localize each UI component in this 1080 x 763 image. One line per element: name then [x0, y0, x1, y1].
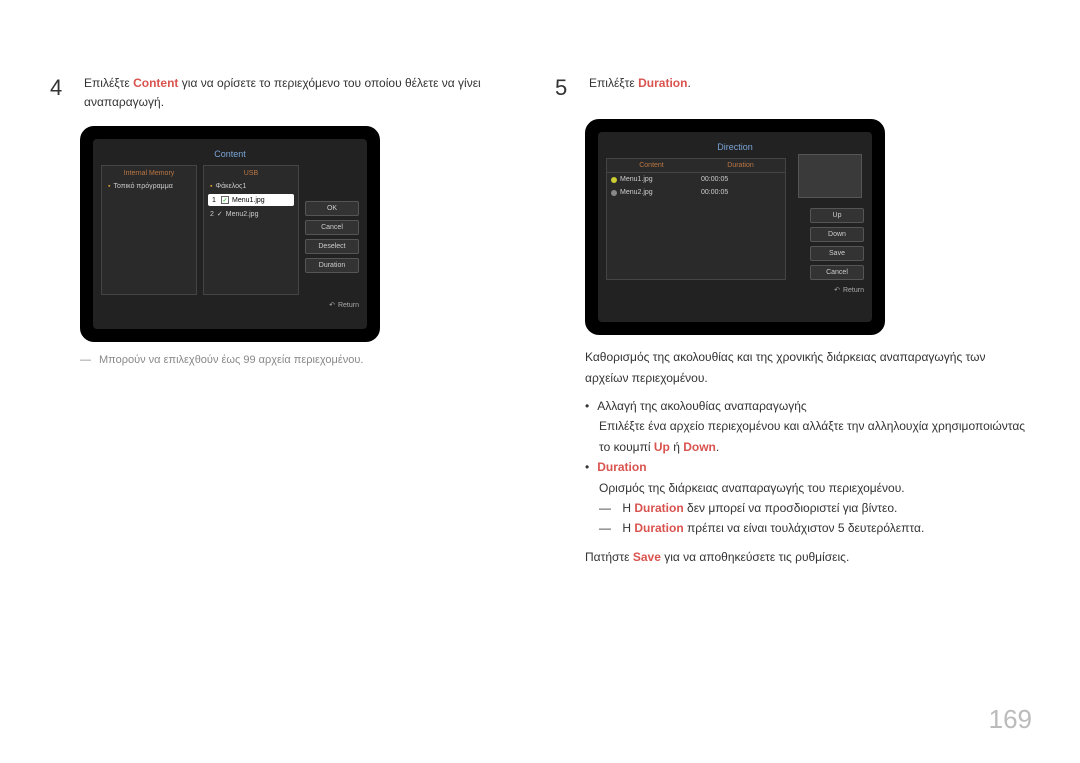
usb-panel: USB ▪ Φάκελος1 1 ✓ Menu1.jpg 2 ✓ [203, 165, 299, 295]
page-number: 169 [989, 704, 1032, 735]
file-row[interactable]: 2 ✓ Menu2.jpg [208, 208, 294, 220]
save-button[interactable]: Save [810, 246, 864, 261]
down-button[interactable]: Down [810, 227, 864, 242]
column-header: Content [607, 159, 696, 173]
step-number: 4 [50, 70, 74, 105]
text: . [716, 440, 719, 454]
checkbox-icon: ✓ [221, 196, 229, 204]
text: Η [622, 521, 634, 535]
step-number: 5 [555, 70, 579, 105]
text: δεν μπορεί να προσδιοριστεί για βίντεο. [684, 501, 898, 515]
content-keyword: Content [133, 76, 178, 90]
file-index: 2 [210, 211, 214, 218]
duration-keyword: Duration [634, 521, 683, 535]
table-row[interactable]: Menu1.jpg 00:00:05 [607, 173, 785, 186]
up-button[interactable]: Up [810, 208, 864, 223]
cancel-button[interactable]: Cancel [810, 265, 864, 280]
file-index: 1 [210, 197, 218, 204]
text: Επιλέξτε [589, 76, 638, 90]
internal-memory-panel: Internal Memory ▪ Τοπικό πρόγραμμα [101, 165, 197, 295]
file-name: Menu2.jpg [620, 189, 653, 196]
screen-title: Content [101, 145, 359, 165]
save-keyword: Save [633, 550, 661, 564]
return-label[interactable]: Return [606, 280, 864, 294]
file-name: Menu2.jpg [226, 211, 259, 218]
file-name: Menu1.jpg [620, 176, 653, 183]
step-text: Επιλέξτε Duration. [589, 70, 1030, 93]
text: Επιλέξτε [84, 76, 133, 90]
bullet-item: Duration [585, 457, 1030, 477]
list-item: ▪ Φάκελος1 [208, 181, 294, 192]
column-header: Duration [696, 159, 785, 173]
deselect-button[interactable]: Deselect [305, 239, 359, 254]
list-item: ▪ Τοπικό πρόγραμμα [106, 181, 192, 192]
preview-thumbnail [798, 154, 862, 198]
file-row-selected[interactable]: 1 ✓ Menu1.jpg [208, 194, 294, 206]
bullet-item: Αλλαγή της ακολουθίας αναπαραγωγής [585, 396, 1030, 416]
down-keyword: Down [683, 440, 716, 454]
device-screenshot-direction: Direction Content Duration Menu1.jpg 00:… [585, 119, 885, 335]
left-column: 4 Επιλέξτε Content για να ορίσετε το περ… [50, 70, 525, 575]
column-header: Internal Memory [106, 170, 192, 177]
duration-button[interactable]: Duration [305, 258, 359, 273]
checkbox-icon: ✓ [217, 210, 223, 218]
up-keyword: Up [654, 440, 670, 454]
text: Πατήστε [585, 550, 633, 564]
step-text: Επιλέξτε Content για να ορίσετε το περιε… [84, 70, 525, 112]
folder-icon: ▪ [210, 183, 212, 190]
table-row[interactable]: Menu2.jpg 00:00:05 [607, 186, 785, 199]
bullet-icon [611, 177, 617, 183]
duration-keyword: Duration [634, 501, 683, 515]
paragraph: Καθορισμός της ακολουθίας και της χρονικ… [585, 347, 1030, 388]
cancel-button[interactable]: Cancel [305, 220, 359, 235]
file-name: Menu1.jpg [232, 197, 265, 204]
text: ή [670, 440, 683, 454]
button-column: Up Down Save Cancel [810, 208, 864, 280]
bullet-subtext: Επιλέξτε ένα αρχείο περιεχομένου και αλλ… [599, 416, 1030, 457]
column-header: USB [208, 170, 294, 177]
footnote: Μπορούν να επιλεχθούν έως 99 αρχεία περι… [80, 354, 525, 366]
paragraph: Πατήστε Save για να αποθηκεύσετε τις ρυθ… [585, 547, 1030, 567]
ok-button[interactable]: OK [305, 201, 359, 216]
step-4: 4 Επιλέξτε Content για να ορίσετε το περ… [50, 70, 525, 112]
duration-keyword: Duration [638, 76, 687, 90]
right-column: 5 Επιλέξτε Duration. Direction Content D… [555, 70, 1030, 575]
item-label: Φάκελος1 [215, 183, 246, 190]
bullet-subtext: Ορισμός της διάρκειας αναπαραγωγής του π… [599, 478, 1030, 498]
device-screenshot-content: Content Internal Memory ▪ Τοπικό πρόγραμ… [80, 126, 380, 342]
text: Η [622, 501, 634, 515]
text: . [687, 76, 690, 90]
duration-keyword: Duration [597, 460, 646, 474]
dash-item: Η Duration πρέπει να είναι τουλάχιστον 5… [599, 518, 1030, 538]
duration-value: 00:00:05 [691, 189, 781, 196]
text: πρέπει να είναι τουλάχιστον 5 δευτερόλεπ… [684, 521, 925, 535]
dash-item: Η Duration δεν μπορεί να προσδιοριστεί γ… [599, 498, 1030, 518]
item-label: Τοπικό πρόγραμμα [113, 183, 172, 190]
bullet-text: Αλλαγή της ακολουθίας αναπαραγωγής [597, 399, 807, 413]
return-label[interactable]: Return [101, 295, 359, 309]
content-duration-table: Content Duration Menu1.jpg 00:00:05 Menu… [606, 158, 786, 280]
bullet-icon [611, 190, 617, 196]
step-5: 5 Επιλέξτε Duration. [555, 70, 1030, 105]
folder-icon: ▪ [108, 183, 110, 190]
button-column: OK Cancel Deselect Duration [305, 165, 359, 295]
duration-value: 00:00:05 [691, 176, 781, 183]
text: για να αποθηκεύσετε τις ρυθμίσεις. [661, 550, 849, 564]
